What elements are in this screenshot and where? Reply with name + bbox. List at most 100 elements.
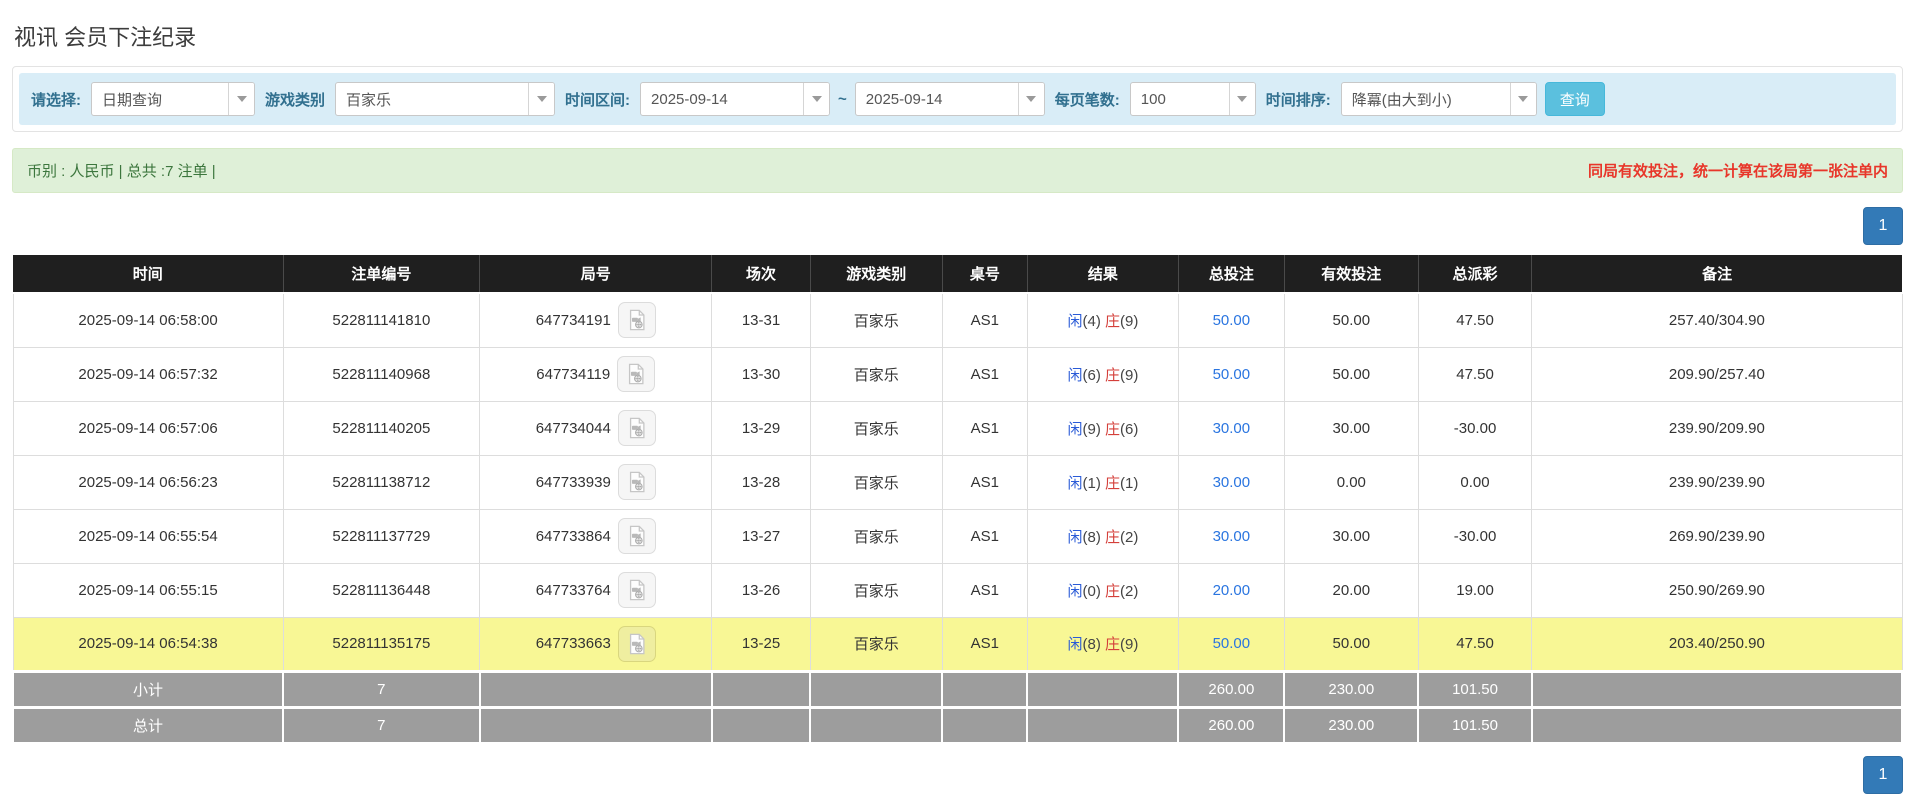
table-row: 2025-09-14 06:58:00 522811141810 6477341… (12, 292, 1903, 348)
result-player-score: (6) (1082, 366, 1101, 384)
cell-valid-bet: 50.00 (1283, 292, 1419, 348)
footer-payout: 101.50 (1417, 705, 1533, 744)
result-banker-score: (9) (1120, 636, 1139, 653)
total-bet-link[interactable]: 20.00 (1213, 582, 1251, 599)
chevron-down-icon[interactable] (228, 83, 254, 115)
column-header: 桌号 (941, 255, 1028, 294)
cell-payout: 47.50 (1417, 292, 1533, 348)
result-player-label: 闲 (1067, 366, 1083, 384)
game-category-label: 游戏类别 (265, 91, 326, 109)
date-from-picker[interactable]: 2025-09-14 (640, 82, 831, 116)
cell-total-bet: 30.00 (1177, 508, 1285, 564)
round-id-text: 647734191 (535, 311, 611, 329)
cell-session: 13-30 (711, 346, 811, 402)
chevron-down-icon[interactable] (528, 83, 555, 115)
query-type-select[interactable]: 日期查询 (91, 82, 255, 116)
round-id-text: 647734119 (536, 365, 611, 383)
video-replay-button[interactable] (617, 625, 656, 662)
result-banker-label: 庄 (1105, 420, 1121, 438)
cell-time: 2025-09-14 06:57:06 (12, 400, 284, 456)
range-separator: ~ (838, 90, 847, 108)
game-category-select[interactable]: 百家乐 (335, 82, 556, 116)
result-banker-score: (1) (1120, 474, 1139, 492)
footer-valid-bet: 230.00 (1283, 705, 1420, 744)
video-replay-button[interactable] (617, 410, 656, 446)
cell-payout: -30.00 (1417, 508, 1533, 564)
video-file-icon (629, 579, 645, 601)
cell-game: 百家乐 (809, 562, 943, 618)
video-replay-button[interactable] (617, 464, 656, 500)
page-size-value: 100 (1140, 90, 1166, 108)
query-button[interactable]: 查询 (1544, 82, 1605, 116)
result-banker-score: (2) (1120, 582, 1139, 600)
cell-remark: 250.90/269.90 (1531, 562, 1903, 618)
chevron-down-icon[interactable] (803, 83, 830, 115)
video-file-icon (629, 309, 645, 331)
cell-payout: -30.00 (1417, 400, 1533, 456)
cell-time: 2025-09-14 06:56:23 (12, 454, 284, 510)
result-player-score: (9) (1082, 420, 1101, 438)
chevron-down-icon[interactable] (1017, 83, 1044, 115)
cell-result: 闲(1) 庄(1) (1026, 454, 1179, 510)
cell-total-bet: 50.00 (1177, 616, 1285, 672)
footer-count: 7 (282, 669, 481, 708)
time-sort-select[interactable]: 降冪(由大到小) (1340, 82, 1537, 116)
cell-total-bet: 50.00 (1177, 346, 1285, 402)
footer-total-bet: 260.00 (1177, 669, 1286, 708)
table-footer-row: 总计 7 260.00 230.00 101.50 (11, 705, 1904, 744)
cell-game: 百家乐 (809, 454, 943, 510)
total-bet-link[interactable]: 30.00 (1213, 528, 1251, 545)
cell-round-id: 647734044 (479, 400, 713, 456)
cell-time: 2025-09-14 06:54:38 (12, 616, 284, 672)
cell-table-no: AS1 (941, 562, 1028, 618)
result-banker-score: (2) (1120, 528, 1139, 546)
cell-round-id: 647734119 (479, 346, 713, 402)
cell-bet-id: 522811135175 (282, 616, 481, 672)
video-file-icon (629, 417, 645, 439)
cell-valid-bet: 0.00 (1283, 454, 1419, 510)
bet-records-table: 时间 注单编号 局号 场次 游戏类别 桌号 结果 总投注 有效投注 总派彩 备注 2025-09-1… (11, 255, 1904, 744)
cell-result: 闲(0) 庄(2) (1026, 562, 1179, 618)
column-header: 总投注 (1177, 255, 1285, 294)
footer-count: 7 (282, 705, 481, 744)
chevron-down-icon[interactable] (1228, 83, 1255, 115)
total-bet-link[interactable]: 30.00 (1213, 474, 1251, 491)
page-size-select[interactable]: 100 (1129, 82, 1256, 116)
footer-empty-cell (1026, 669, 1180, 708)
cell-payout: 19.00 (1417, 562, 1533, 618)
cell-valid-bet: 30.00 (1283, 400, 1419, 456)
summary-notice: 同局有效投注，统一计算在该局第一张注单内 (1587, 163, 1888, 180)
summary-currency-count: 币别 : 人民币 | 总共 :7 注单 | (27, 163, 216, 180)
result-player-score: (0) (1082, 582, 1101, 600)
cell-total-bet: 20.00 (1177, 562, 1285, 618)
result-player-score: (8) (1082, 636, 1101, 653)
cell-remark: 257.40/304.90 (1531, 292, 1903, 348)
column-header: 时间 (13, 255, 284, 294)
video-replay-button[interactable] (617, 518, 656, 554)
result-player-score: (4) (1082, 312, 1101, 330)
date-to-picker[interactable]: 2025-09-14 (854, 82, 1045, 116)
page-button-1[interactable]: 1 (1863, 207, 1903, 245)
result-player-label: 闲 (1067, 312, 1083, 330)
cell-game: 百家乐 (809, 508, 943, 564)
video-replay-button[interactable] (617, 302, 656, 339)
page-button-1[interactable]: 1 (1863, 756, 1903, 794)
result-banker-score: (9) (1120, 366, 1139, 384)
pagination-top: 1 (12, 207, 1903, 245)
total-bet-link[interactable]: 50.00 (1213, 635, 1251, 652)
chevron-down-icon[interactable] (1509, 83, 1536, 115)
cell-game: 百家乐 (809, 616, 943, 672)
total-bet-link[interactable]: 30.00 (1213, 420, 1251, 437)
total-bet-link[interactable]: 50.00 (1213, 366, 1251, 383)
total-bet-link[interactable]: 50.00 (1213, 312, 1251, 329)
footer-empty-cell (809, 669, 944, 708)
video-replay-button[interactable] (617, 572, 656, 608)
cell-valid-bet: 50.00 (1283, 346, 1419, 402)
cell-session: 13-26 (711, 562, 811, 618)
video-replay-button[interactable] (617, 356, 656, 392)
cell-round-id: 647734191 (479, 292, 713, 348)
cell-time: 2025-09-14 06:55:54 (12, 508, 284, 564)
cell-bet-id: 522811137729 (282, 508, 481, 564)
cell-session: 13-31 (711, 292, 811, 348)
cell-time: 2025-09-14 06:58:00 (12, 292, 284, 348)
